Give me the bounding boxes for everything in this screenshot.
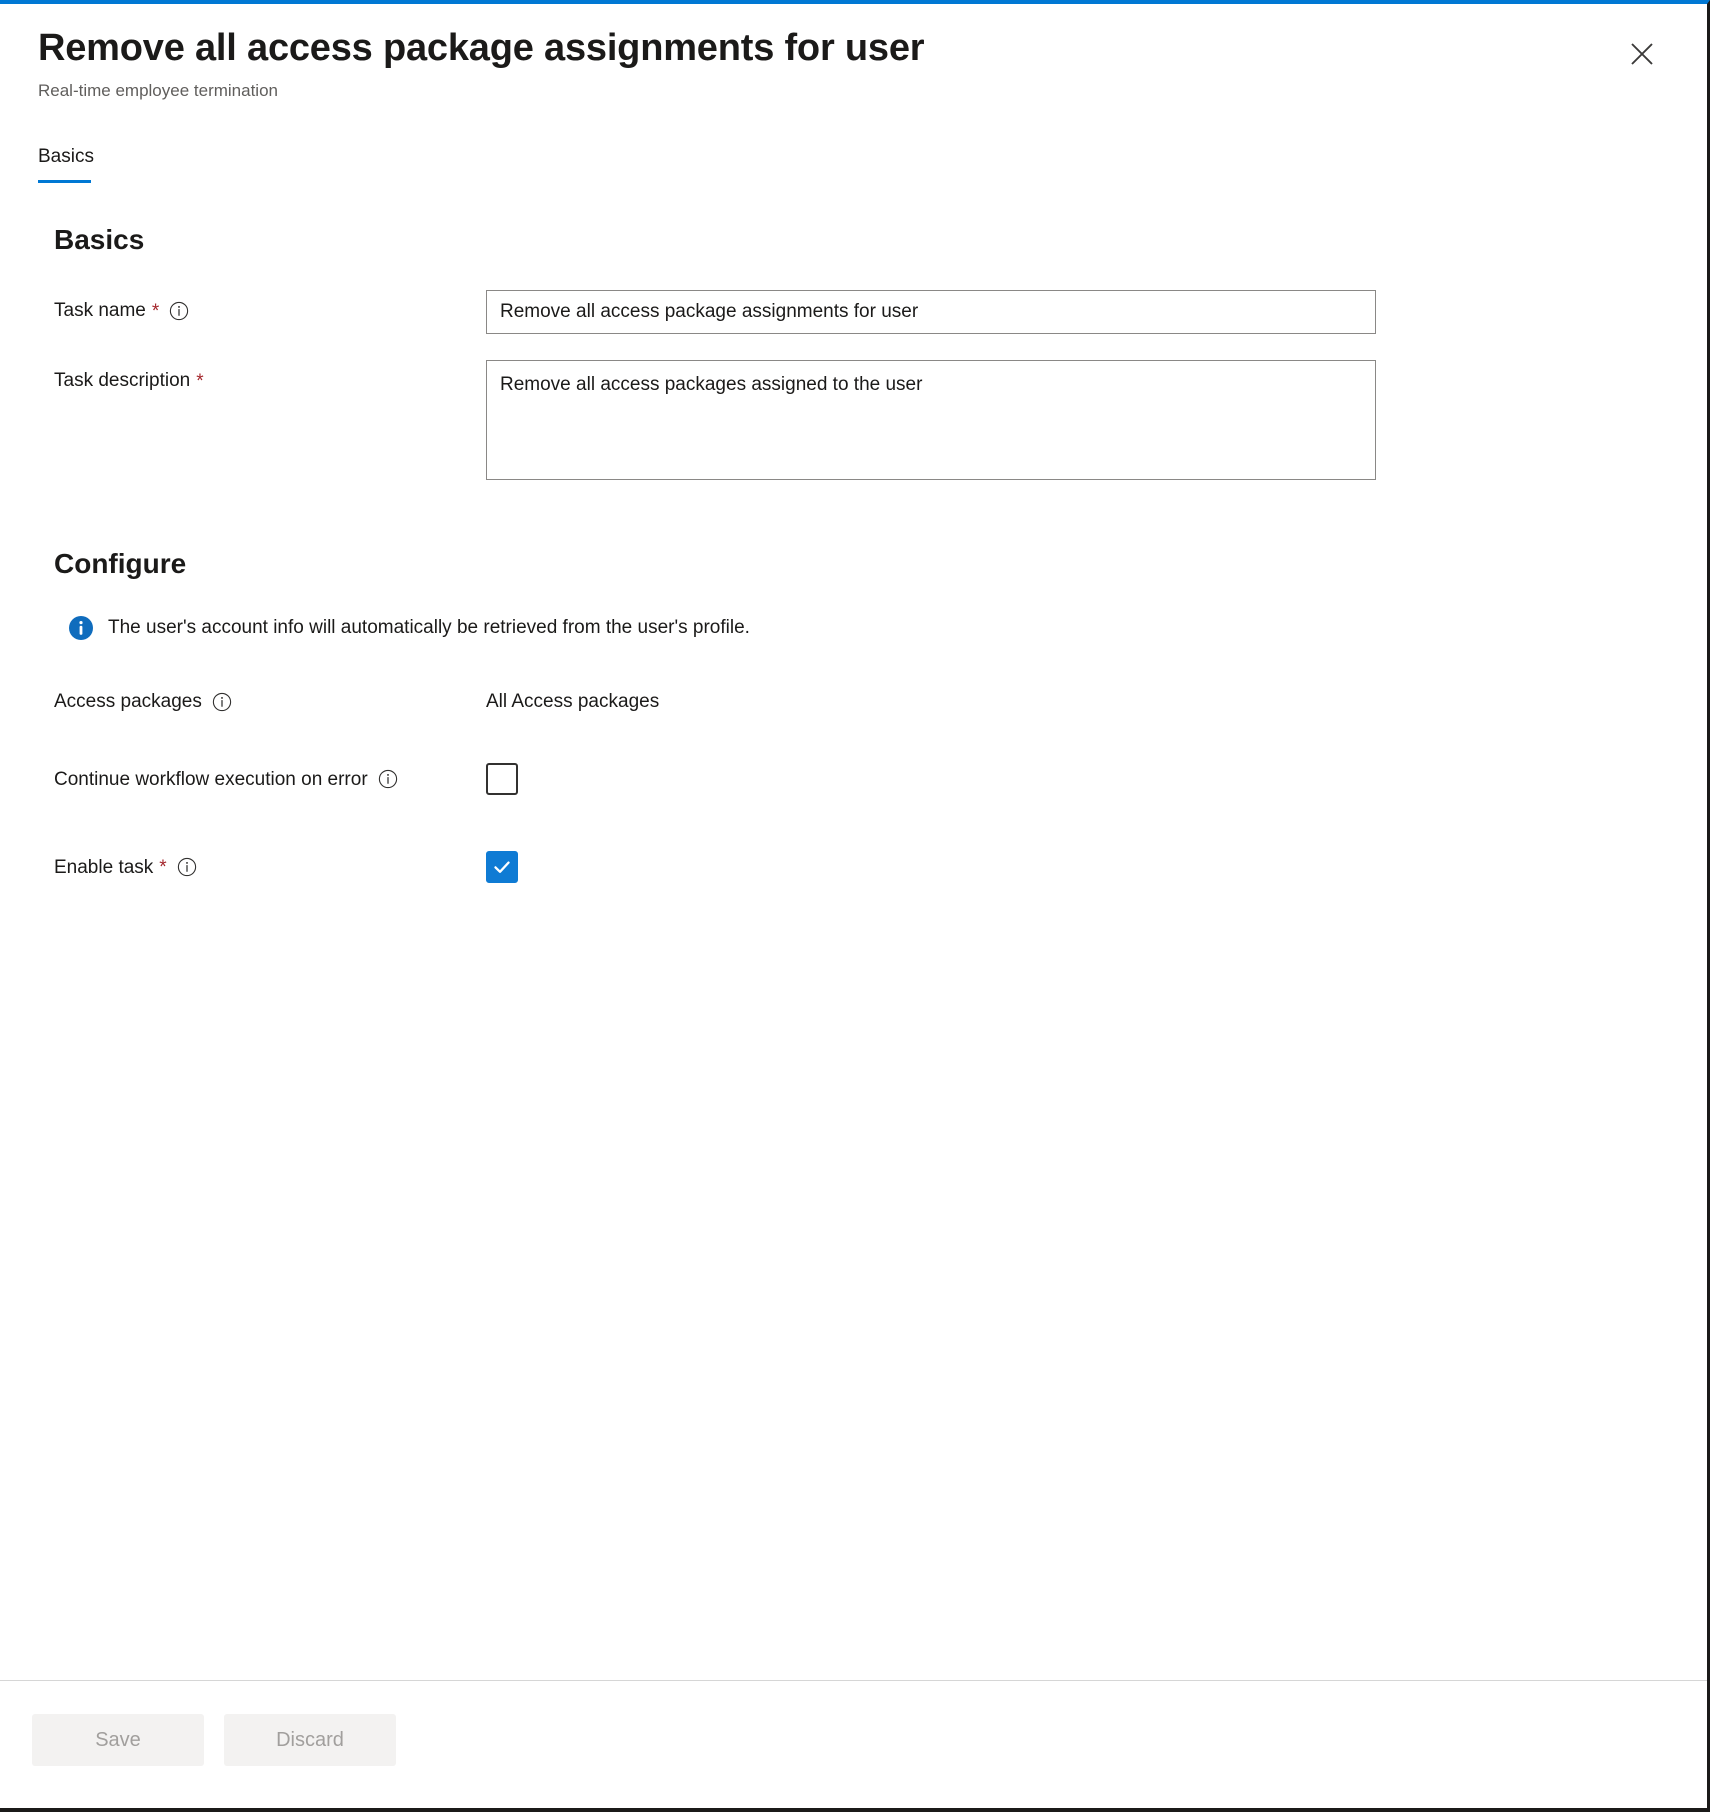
task-description-label: Task description * [54,360,486,394]
discard-button[interactable]: Discard [224,1714,396,1766]
required-indicator: * [159,856,167,878]
info-banner-text: The user's account info will automatical… [108,617,750,639]
form-row-access-packages: Access packages All Access packages [54,681,1667,715]
section-heading-basics: Basics [54,223,145,255]
blade-content: Basics Task name * Task de [0,183,1707,1680]
info-filled-icon [68,615,94,641]
access-packages-label: Access packages [54,681,486,715]
enable-task-control [486,847,518,883]
task-name-label: Task name * [54,290,486,324]
section-heading-configure: Configure [54,548,187,580]
required-indicator: * [196,370,204,392]
continue-on-error-checkbox[interactable] [486,762,518,795]
form-row-task-name: Task name * [54,290,1667,335]
continue-on-error-label-text: Continue workflow execution on error [54,768,368,790]
task-description-label-text: Task description [54,370,191,392]
info-icon[interactable] [212,692,232,712]
info-icon[interactable] [177,857,197,877]
close-button[interactable] [1619,31,1665,77]
task-name-label-text: Task name [54,300,146,322]
page-title: Remove all access package assignments fo… [38,27,925,69]
task-name-control [486,290,1376,335]
task-name-input[interactable] [486,290,1376,335]
tab-basics[interactable]: Basics [38,146,94,183]
tab-strip: Basics [0,146,1707,183]
enable-task-label-text: Enable task [54,856,154,878]
info-icon[interactable] [169,301,189,321]
continue-on-error-label: Continue workflow execution on error [54,759,486,793]
page-subtitle: Real-time employee termination [38,80,278,100]
form-row-continue-on-error: Continue workflow execution on error [54,759,1667,795]
form-row-task-description: Task description * [54,360,1667,485]
blade-panel: Remove all access package assignments fo… [0,0,1710,1812]
info-banner: The user's account info will automatical… [68,615,1667,641]
continue-on-error-control [486,759,518,795]
tab-basics-label: Basics [38,145,94,167]
save-button[interactable]: Save [32,1714,204,1766]
form-row-enable-task: Enable task * [54,847,1667,883]
info-icon[interactable] [378,769,398,789]
blade-footer: Save Discard [0,1680,1707,1808]
enable-task-label: Enable task * [54,847,486,881]
access-packages-value: All Access packages [486,690,660,712]
access-packages-label-text: Access packages [54,690,202,712]
task-description-control [486,360,1376,485]
task-description-textarea[interactable] [486,360,1376,481]
enable-task-checkbox[interactable] [486,850,518,883]
blade-header: Remove all access package assignments fo… [0,4,1707,102]
required-indicator: * [151,300,160,322]
close-icon [1629,41,1655,67]
access-packages-control: All Access packages [486,681,659,715]
footer-button-group: Save Discard [32,1714,1707,1766]
